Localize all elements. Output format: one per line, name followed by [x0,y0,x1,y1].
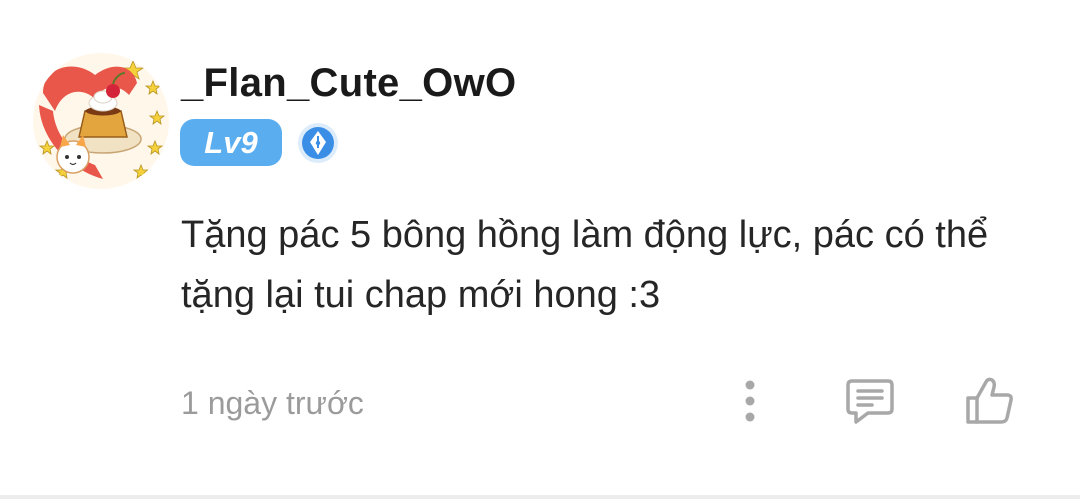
reply-button[interactable] [840,373,900,429]
divider [0,495,1080,499]
avatar[interactable] [33,53,169,189]
level-badge: Lv9 [180,119,282,166]
pen-nib-icon [297,122,339,164]
more-button[interactable] [725,373,775,429]
timestamp: 1 ngày trước [181,385,364,421]
like-button[interactable] [958,373,1022,429]
thumbs-up-icon [966,377,1013,424]
username[interactable]: _Flan_Cute_OwO [181,60,516,106]
more-vertical-icon [745,380,755,422]
comment-item: _Flan_Cute_OwO Lv9 Tặng pác 5 bông hồng … [0,0,1080,499]
comment-text: Tặng pác 5 bông hồng làm động lực, pác c… [181,214,989,316]
avatar-image [33,53,169,189]
message-icon [846,379,894,424]
